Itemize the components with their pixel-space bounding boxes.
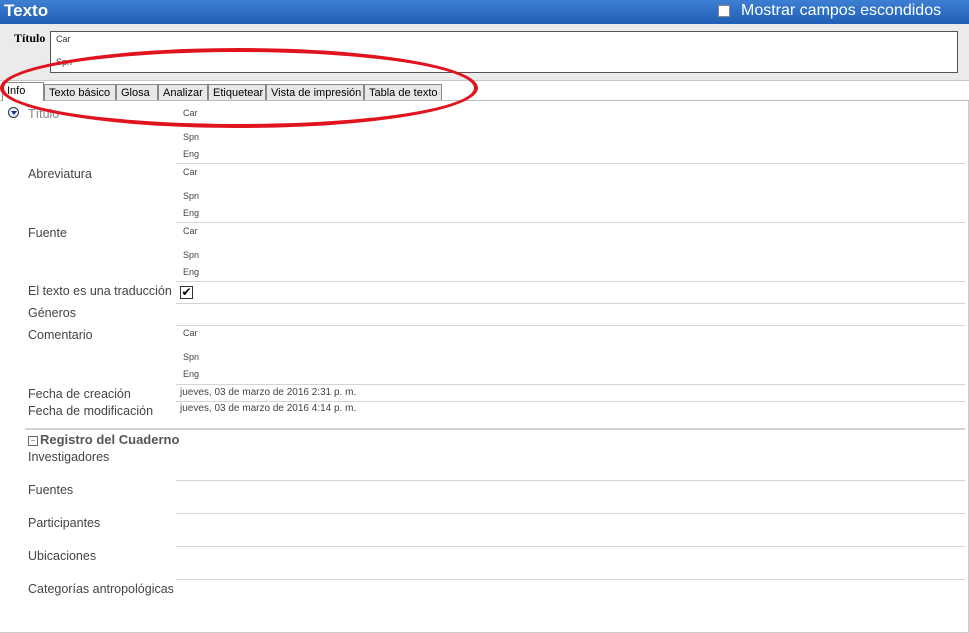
title-bar: Texto Mostrar campos escondidos bbox=[0, 0, 969, 24]
generos-label: Géneros bbox=[28, 306, 76, 320]
pane-title: Texto bbox=[4, 1, 49, 20]
titulo-label: Título bbox=[28, 107, 60, 121]
fecha-modificacion-label: Fecha de modificación bbox=[28, 404, 154, 418]
traduccion-checkbox[interactable]: ✔ bbox=[180, 286, 193, 299]
investigadores-label: Investigadores bbox=[28, 450, 110, 464]
tab-strip: Info Texto básico Glosa Analizar Etiquet… bbox=[0, 82, 969, 101]
fecha-modificacion-value: jueves, 03 de marzo de 2016 4:14 p. m. bbox=[180, 403, 357, 414]
abreviatura-ws-spn[interactable]: Spn bbox=[183, 191, 199, 201]
tab-info[interactable]: Info bbox=[2, 82, 44, 101]
ubicaciones-label: Ubicaciones bbox=[28, 549, 97, 563]
divider bbox=[176, 480, 965, 481]
divider bbox=[176, 325, 965, 326]
tab-glosa[interactable]: Glosa bbox=[116, 84, 158, 100]
categorias-label: Categorías antropológicas bbox=[28, 582, 174, 596]
divider bbox=[176, 163, 965, 164]
show-hidden-checkbox[interactable] bbox=[718, 5, 730, 17]
comentario-ws-car[interactable]: Car bbox=[183, 328, 198, 338]
divider bbox=[176, 546, 965, 547]
divider bbox=[176, 384, 965, 385]
divider bbox=[176, 513, 965, 514]
comentario-ws-spn[interactable]: Spn bbox=[183, 352, 199, 362]
notebook-section-title: Registro del Cuaderno bbox=[40, 432, 180, 447]
participantes-label: Participantes bbox=[28, 516, 101, 530]
tab-texto-basico[interactable]: Texto básico bbox=[44, 84, 116, 100]
traduccion-label: El texto es una traducción bbox=[28, 284, 172, 298]
collapse-minus-icon[interactable]: − bbox=[28, 436, 38, 446]
collapse-arrow-icon[interactable] bbox=[8, 107, 19, 118]
fuentes-label: Fuentes bbox=[28, 483, 74, 497]
title-area: Título Car Spn bbox=[0, 24, 969, 81]
titulo-ws-eng[interactable]: Eng bbox=[183, 149, 199, 159]
notebook-section-header[interactable]: − Registro del Cuaderno bbox=[28, 432, 179, 447]
tab-vista-impresion[interactable]: Vista de impresión bbox=[266, 84, 364, 100]
title-ws-car: Car bbox=[56, 34, 71, 44]
divider bbox=[176, 303, 965, 304]
tab-etiquetear[interactable]: Etiquetear bbox=[208, 84, 266, 100]
comentario-label: Comentario bbox=[28, 328, 93, 342]
fecha-creacion-value: jueves, 03 de marzo de 2016 2:31 p. m. bbox=[180, 387, 357, 398]
fuente-ws-spn[interactable]: Spn bbox=[183, 250, 199, 260]
fuente-ws-car[interactable]: Car bbox=[183, 226, 198, 236]
section-divider bbox=[25, 428, 965, 430]
divider bbox=[176, 222, 965, 223]
divider bbox=[176, 579, 965, 580]
comentario-ws-eng[interactable]: Eng bbox=[183, 369, 199, 379]
tab-analizar[interactable]: Analizar bbox=[158, 84, 208, 100]
title-ws-spn: Spn bbox=[56, 57, 73, 67]
fuente-label: Fuente bbox=[28, 226, 67, 240]
abreviatura-ws-eng[interactable]: Eng bbox=[183, 208, 199, 218]
tab-tabla-texto[interactable]: Tabla de texto bbox=[364, 84, 442, 100]
fecha-creacion-label: Fecha de creación bbox=[28, 387, 131, 401]
divider bbox=[176, 281, 965, 282]
info-panel bbox=[0, 101, 969, 633]
show-hidden-label[interactable]: Mostrar campos escondidos bbox=[741, 2, 941, 20]
abreviatura-label: Abreviatura bbox=[28, 167, 92, 181]
titulo-ws-car[interactable]: Car bbox=[183, 108, 198, 118]
titulo-ws-spn[interactable]: Spn bbox=[183, 132, 199, 142]
abreviatura-ws-car[interactable]: Car bbox=[183, 167, 198, 177]
fuente-ws-eng[interactable]: Eng bbox=[183, 267, 199, 277]
title-input[interactable]: Car Spn bbox=[50, 31, 958, 73]
divider bbox=[176, 401, 965, 402]
title-label: Título bbox=[14, 31, 46, 45]
